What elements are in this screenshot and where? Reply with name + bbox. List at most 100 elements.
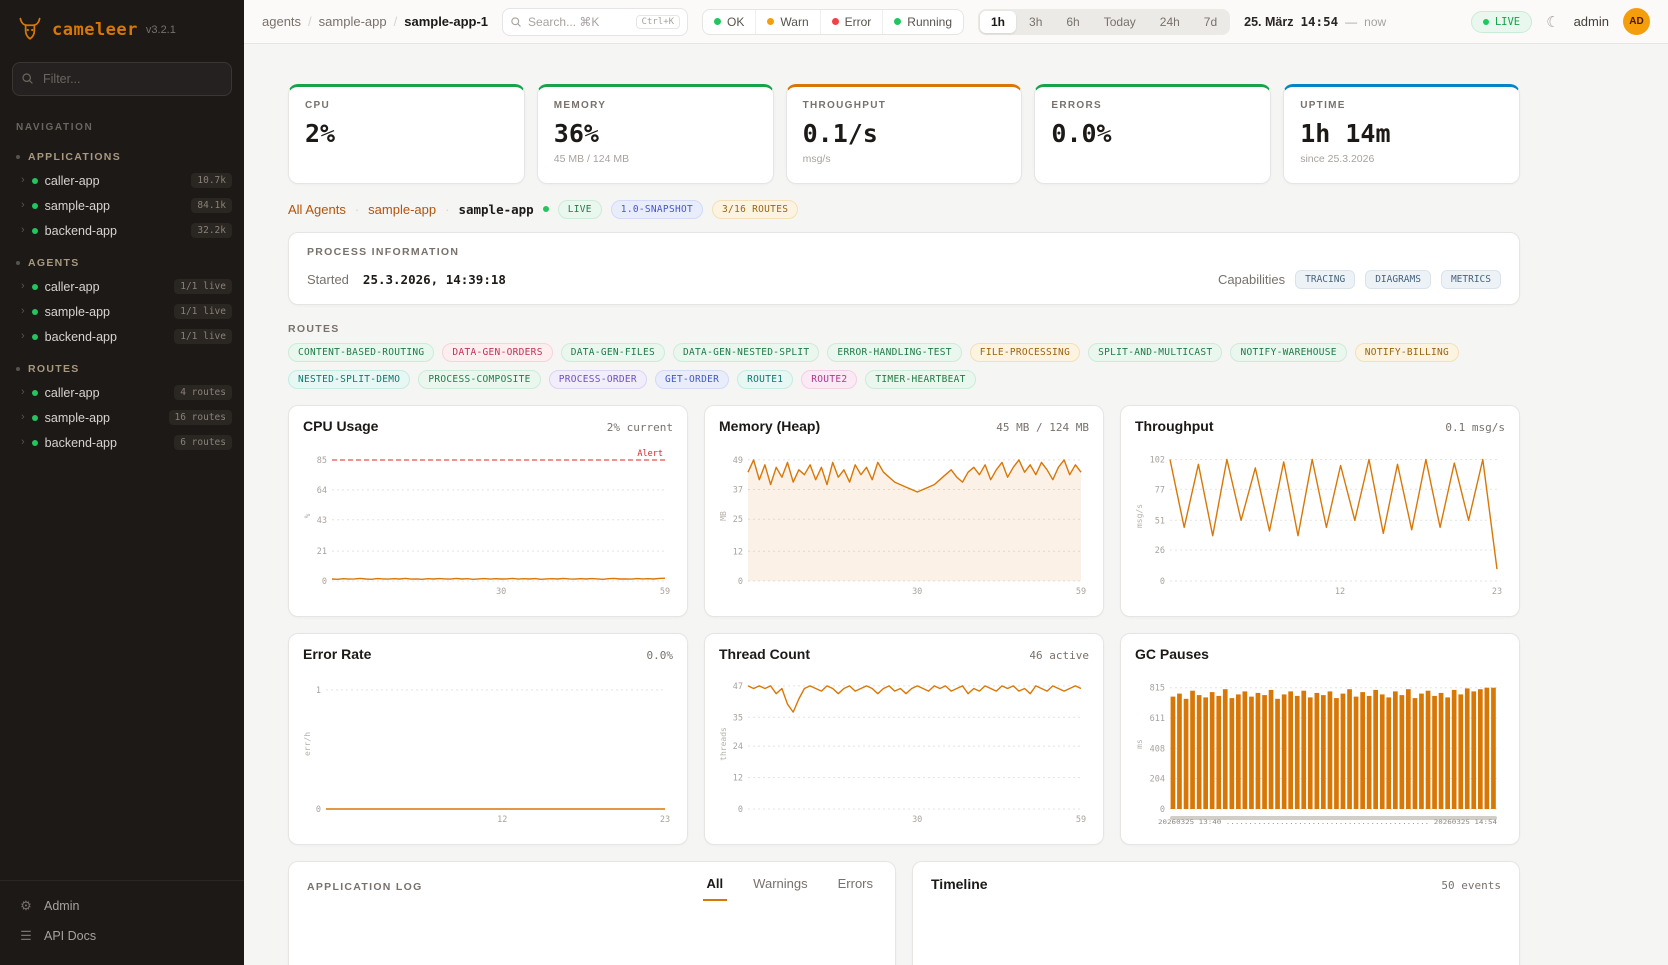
svg-text:20260325 13:40 ...............: 20260325 13:40 .........................… bbox=[1158, 818, 1497, 826]
date-range-display[interactable]: 25. März 14:54 — now bbox=[1244, 14, 1386, 29]
route-chip-get-order[interactable]: GET-ORDER bbox=[655, 370, 729, 389]
status-filter-error[interactable]: Error bbox=[820, 10, 883, 34]
sidebar-item-backend-app[interactable]: ›backend-app1/1 live bbox=[0, 324, 244, 349]
sidebar-section-agents[interactable]: AGENTS bbox=[0, 243, 244, 274]
search-icon bbox=[510, 16, 522, 28]
timeline-heading: Timeline bbox=[931, 876, 988, 892]
sidebar-footer-label: API Docs bbox=[44, 929, 96, 943]
sidebar-item-sample-app[interactable]: ›sample-app16 routes bbox=[0, 405, 244, 430]
breadcrumb-item-sample-app[interactable]: sample-app bbox=[319, 14, 387, 29]
chart-svg-gc-pauses: 020440861181520260325 13:40 ............… bbox=[1135, 666, 1505, 826]
stat-value: 0.0% bbox=[1051, 119, 1254, 148]
app-logo[interactable]: cameleer v3.2.1 bbox=[0, 0, 244, 52]
sidebar-filter-input[interactable] bbox=[12, 62, 232, 96]
svg-text:%: % bbox=[303, 513, 312, 518]
svg-text:64: 64 bbox=[317, 486, 327, 496]
capability-chip-diagrams: DIAGRAMS bbox=[1365, 270, 1431, 289]
sidebar-section-title: APPLICATIONS bbox=[28, 151, 121, 163]
status-dot bbox=[32, 440, 38, 446]
sidebar-item-badge: 1/1 live bbox=[174, 329, 232, 344]
search-box[interactable]: Ctrl+K bbox=[502, 8, 688, 36]
agent-crumb-link[interactable]: sample-app bbox=[368, 202, 436, 217]
svg-text:611: 611 bbox=[1150, 714, 1165, 724]
stat-sub: 45 MB / 124 MB bbox=[554, 153, 757, 165]
time-range-24h[interactable]: 24h bbox=[1149, 11, 1191, 33]
chevron-right-icon: › bbox=[21, 200, 25, 211]
route-chip-timer-heartbeat[interactable]: TIMER-HEARTBEAT bbox=[865, 370, 975, 389]
time-range-7d[interactable]: 7d bbox=[1193, 11, 1228, 33]
chart-header: Thread Count46 active bbox=[719, 646, 1089, 662]
sidebar-item-backend-app[interactable]: ›backend-app6 routes bbox=[0, 430, 244, 455]
route-chip-route1[interactable]: ROUTE1 bbox=[737, 370, 793, 389]
svg-text:408: 408 bbox=[1150, 744, 1165, 754]
svg-text:30: 30 bbox=[912, 587, 922, 597]
chart-svg-cpu-usage: 021436485Alert3059% bbox=[303, 438, 673, 598]
svg-text:21: 21 bbox=[317, 547, 327, 557]
agent-crumb-link[interactable]: All Agents bbox=[288, 202, 346, 217]
sidebar-item-admin[interactable]: ⚙ Admin bbox=[0, 891, 244, 921]
chart-meta: 0.0% bbox=[647, 649, 674, 662]
status-filter-label: Error bbox=[845, 15, 872, 29]
stat-label: ERRORS bbox=[1051, 100, 1254, 111]
route-chip-process-order[interactable]: PROCESS-ORDER bbox=[549, 370, 647, 389]
date-separator: — bbox=[1345, 15, 1357, 29]
route-chip-notify-billing[interactable]: NOTIFY-BILLING bbox=[1355, 343, 1459, 362]
breadcrumb-item-sample-app-1[interactable]: sample-app-1 bbox=[404, 14, 488, 29]
chart-panel-throughput: Throughput0.1 msg/s02651771021223msg/s bbox=[1120, 405, 1520, 617]
route-chip-notify-warehouse[interactable]: NOTIFY-WAREHOUSE bbox=[1230, 343, 1346, 362]
dark-mode-toggle[interactable]: ☾ bbox=[1546, 13, 1559, 31]
sidebar-item-sample-app[interactable]: ›sample-app84.1k bbox=[0, 193, 244, 218]
capabilities-label: Capabilities bbox=[1218, 272, 1285, 287]
agent-crumb-separator: · bbox=[445, 202, 449, 217]
sidebar-item-caller-app[interactable]: ›caller-app4 routes bbox=[0, 380, 244, 405]
breadcrumb-separator: / bbox=[394, 14, 398, 29]
svg-text:0: 0 bbox=[316, 805, 321, 815]
time-range-3h[interactable]: 3h bbox=[1018, 11, 1053, 33]
started-value: 25.3.2026, 14:39:18 bbox=[363, 272, 506, 287]
sidebar-section-routes[interactable]: ROUTES bbox=[0, 349, 244, 380]
route-chip-file-processing[interactable]: FILE-PROCESSING bbox=[970, 343, 1080, 362]
status-dot bbox=[714, 18, 721, 25]
log-tab-errors[interactable]: Errors bbox=[834, 876, 877, 901]
capability-chip-metrics: METRICS bbox=[1441, 270, 1501, 289]
sidebar-item-badge: 1/1 live bbox=[174, 304, 232, 319]
log-tab-warnings[interactable]: Warnings bbox=[749, 876, 811, 901]
live-toggle[interactable]: LIVE bbox=[1471, 11, 1532, 33]
avatar[interactable]: AD bbox=[1623, 8, 1650, 35]
sidebar-item-sample-app[interactable]: ›sample-app1/1 live bbox=[0, 299, 244, 324]
route-chip-data-gen-files[interactable]: DATA-GEN-FILES bbox=[561, 343, 665, 362]
route-chip-route2[interactable]: ROUTE2 bbox=[801, 370, 857, 389]
log-tab-all[interactable]: All bbox=[703, 876, 728, 901]
sidebar-item-api-docs[interactable]: ☰ API Docs bbox=[0, 921, 244, 951]
time-range-today[interactable]: Today bbox=[1093, 11, 1147, 33]
status-filter-running[interactable]: Running bbox=[882, 10, 963, 34]
svg-text:12: 12 bbox=[733, 774, 743, 784]
sidebar-section-applications[interactable]: APPLICATIONS bbox=[0, 137, 244, 168]
route-chip-nested-split-demo[interactable]: NESTED-SPLIT-DEMO bbox=[288, 370, 410, 389]
chevron-right-icon: › bbox=[21, 437, 25, 448]
status-filter-warn[interactable]: Warn bbox=[755, 10, 819, 34]
route-chip-data-gen-orders[interactable]: DATA-GEN-ORDERS bbox=[442, 343, 552, 362]
sidebar-item-caller-app[interactable]: ›caller-app10.7k bbox=[0, 168, 244, 193]
search-input[interactable] bbox=[528, 15, 628, 29]
time-range-6h[interactable]: 6h bbox=[1055, 11, 1090, 33]
route-chip-process-composite[interactable]: PROCESS-COMPOSITE bbox=[418, 370, 540, 389]
bottom-row: APPLICATION LOG AllWarningsErrors Timeli… bbox=[288, 861, 1520, 965]
svg-text:204: 204 bbox=[1150, 775, 1165, 785]
chart-header: GC Pauses bbox=[1135, 646, 1505, 662]
route-chip-error-handling-test[interactable]: ERROR-HANDLING-TEST bbox=[827, 343, 961, 362]
sidebar-item-caller-app[interactable]: ›caller-app1/1 live bbox=[0, 274, 244, 299]
time-range-1h[interactable]: 1h bbox=[980, 11, 1016, 33]
route-chip-split-and-multicast[interactable]: SPLIT-AND-MULTICAST bbox=[1088, 343, 1222, 362]
route-chip-data-gen-nested-split[interactable]: DATA-GEN-NESTED-SPLIT bbox=[673, 343, 819, 362]
breadcrumb: agents/sample-app/sample-app-1 bbox=[262, 14, 488, 29]
breadcrumb-item-agents[interactable]: agents bbox=[262, 14, 301, 29]
agent-badge-1-0-snapshot: 1.0-SNAPSHOT bbox=[611, 200, 703, 219]
sidebar-item-backend-app[interactable]: ›backend-app32.2k bbox=[0, 218, 244, 243]
svg-text:Alert: Alert bbox=[637, 449, 663, 459]
chart-title: Thread Count bbox=[719, 646, 810, 662]
chevron-right-icon: › bbox=[21, 387, 25, 398]
status-filter-ok[interactable]: OK bbox=[703, 10, 755, 34]
route-chip-content-based-routing[interactable]: CONTENT-BASED-ROUTING bbox=[288, 343, 434, 362]
agent-badge-live: LIVE bbox=[558, 200, 602, 219]
